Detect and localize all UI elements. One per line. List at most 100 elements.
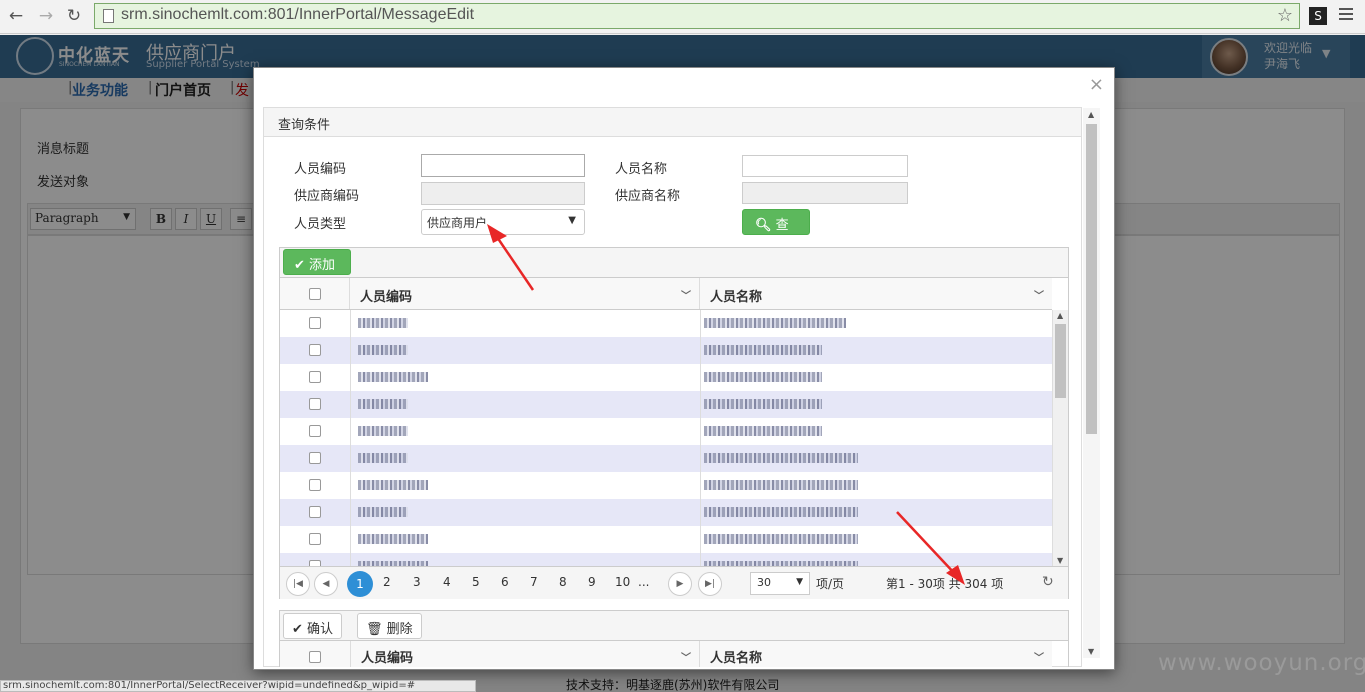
page-3[interactable]: 3	[413, 575, 421, 589]
page-number[interactable]: 10	[615, 575, 630, 589]
row-checkbox[interactable]	[309, 452, 321, 464]
redacted-code	[358, 318, 408, 328]
page-number[interactable]: 7	[530, 575, 538, 589]
emp-type-select[interactable]: 供应商用户 ▼	[421, 209, 585, 235]
results-grid: ✔ 添加 人员编码 ﹀ 人员名称 ﹀ ▲ ▼ |◀ ◀ 1 2 3 4 5 6 …	[279, 247, 1069, 599]
bookmark-star-icon[interactable]: ☆	[1277, 5, 1293, 26]
redacted-code	[358, 426, 408, 436]
search-icon: 🔍︎	[755, 218, 772, 233]
redacted-code	[358, 345, 408, 355]
scroll-up-icon[interactable]: ▲	[1088, 110, 1094, 119]
pager-info: 第1 - 30项 共 304 项	[886, 577, 1004, 591]
select-all-checkbox[interactable]	[309, 288, 321, 300]
table-row[interactable]	[280, 337, 1052, 364]
row-checkbox[interactable]	[309, 398, 321, 410]
row-checkbox[interactable]	[309, 317, 321, 329]
col-header-name[interactable]: 人员名称 ﹀	[700, 278, 1052, 309]
scroll-thumb[interactable]	[1055, 324, 1066, 398]
refresh-icon[interactable]: ↻	[1042, 574, 1054, 590]
trash-icon: 🗑︎	[366, 622, 383, 637]
emp-name-input[interactable]	[742, 155, 908, 177]
grid-header: 人员编码 ﹀ 人员名称 ﹀	[280, 278, 1052, 310]
emp-code-input[interactable]	[421, 154, 585, 177]
select-all-checkbox[interactable]	[309, 651, 321, 663]
page-number[interactable]: 9	[588, 575, 596, 589]
table-row[interactable]	[280, 445, 1052, 472]
scroll-down-icon[interactable]: ▼	[1057, 556, 1063, 565]
confirm-button[interactable]: ✔ 确认	[283, 613, 343, 639]
page-number[interactable]: 5	[472, 575, 480, 589]
row-checkbox[interactable]	[309, 506, 321, 518]
supplier-code-label: 供应商编码	[294, 189, 360, 204]
redacted-name	[704, 507, 858, 517]
page-number[interactable]: 4	[443, 575, 451, 589]
table-row[interactable]	[280, 526, 1052, 553]
page-number[interactable]: ...	[638, 575, 649, 589]
first-page-icon[interactable]: |◀	[286, 572, 310, 596]
next-page-icon[interactable]: ▶	[668, 572, 692, 596]
grid-scrollbar[interactable]: ▲ ▼	[1052, 310, 1068, 566]
table-row[interactable]	[280, 472, 1052, 499]
address-bar[interactable]: srm.sinochemlt.com:801/InnerPortal/Messa…	[94, 3, 1300, 29]
col-header-code[interactable]: 人员编码 ﹀	[350, 278, 700, 309]
dialog-scrollbar[interactable]: ▲ ▼	[1083, 108, 1100, 658]
status-bar: srm.sinochemlt.com:801/InnerPortal/Selec…	[0, 680, 476, 692]
check-icon: ✔	[292, 622, 303, 637]
emp-type-value: 供应商用户	[427, 216, 488, 230]
selected-col-name[interactable]: 人员名称 ﹀	[700, 641, 1052, 667]
check-icon: ✔	[294, 258, 305, 273]
redacted-name	[704, 372, 822, 382]
chevron-down-icon[interactable]: ﹀	[681, 287, 691, 302]
selected-col-code-label: 人员编码	[361, 651, 414, 666]
page-size-select[interactable]: 30 ▼	[750, 572, 810, 595]
redacted-name	[704, 426, 822, 436]
table-row[interactable]	[280, 499, 1052, 526]
emp-name-label: 人员名称	[615, 162, 668, 177]
chevron-down-icon: ▼	[568, 215, 576, 226]
row-checkbox[interactable]	[309, 479, 321, 491]
scroll-down-icon[interactable]: ▼	[1088, 647, 1094, 656]
close-icon[interactable]: ×	[1089, 74, 1104, 95]
last-page-icon[interactable]: ▶|	[698, 572, 722, 596]
forward-icon[interactable]: →	[36, 6, 56, 26]
query-panel: 查询条件 人员编码 人员名称 供应商编码 供应商名称 人员类型 供应商用户 ▼ …	[263, 107, 1082, 667]
add-button[interactable]: ✔ 添加	[283, 249, 351, 275]
delete-button[interactable]: 🗑︎ 删除	[357, 613, 422, 639]
emp-type-label: 人员类型	[294, 217, 347, 232]
row-checkbox[interactable]	[309, 344, 321, 356]
panel-title: 查询条件	[264, 108, 1081, 137]
table-row[interactable]	[280, 553, 1052, 566]
row-checkbox[interactable]	[309, 371, 321, 383]
col-name-label: 人员名称	[710, 290, 763, 305]
scroll-up-icon[interactable]: ▲	[1057, 311, 1063, 320]
search-button[interactable]: 🔍︎ 查询	[742, 209, 810, 252]
page-2[interactable]: 2	[383, 575, 391, 589]
page-current[interactable]: 1	[347, 571, 373, 597]
page-number[interactable]: 8	[559, 575, 567, 589]
back-icon[interactable]: ←	[6, 6, 26, 26]
scroll-thumb[interactable]	[1086, 124, 1097, 434]
selected-col-code[interactable]: 人员编码 ﹀	[350, 641, 700, 667]
selected-toolbar: ✔ 确认 🗑︎ 删除	[280, 611, 1068, 641]
redacted-name	[704, 318, 846, 328]
extension-icon[interactable]: S	[1309, 7, 1327, 25]
page-number[interactable]: 6	[501, 575, 509, 589]
chevron-down-icon[interactable]: ﹀	[1034, 649, 1044, 664]
address-url[interactable]: srm.sinochemlt.com:801/InnerPortal/Messa…	[121, 6, 474, 24]
chevron-down-icon[interactable]: ﹀	[681, 649, 691, 664]
menu-icon[interactable]	[1339, 8, 1353, 23]
row-checkbox[interactable]	[309, 533, 321, 545]
table-row[interactable]	[280, 364, 1052, 391]
chevron-down-icon[interactable]: ﹀	[1034, 287, 1044, 302]
table-row[interactable]	[280, 391, 1052, 418]
reload-icon[interactable]: ↻	[64, 6, 84, 26]
redacted-name	[704, 345, 822, 355]
redacted-code	[358, 507, 408, 517]
redacted-code	[358, 453, 408, 463]
table-row[interactable]	[280, 418, 1052, 445]
watermark: www.wooyun.org	[1158, 650, 1365, 676]
prev-page-icon[interactable]: ◀	[314, 572, 338, 596]
row-checkbox[interactable]	[309, 425, 321, 437]
delete-label: 删除	[386, 622, 413, 637]
table-row[interactable]	[280, 310, 1052, 337]
